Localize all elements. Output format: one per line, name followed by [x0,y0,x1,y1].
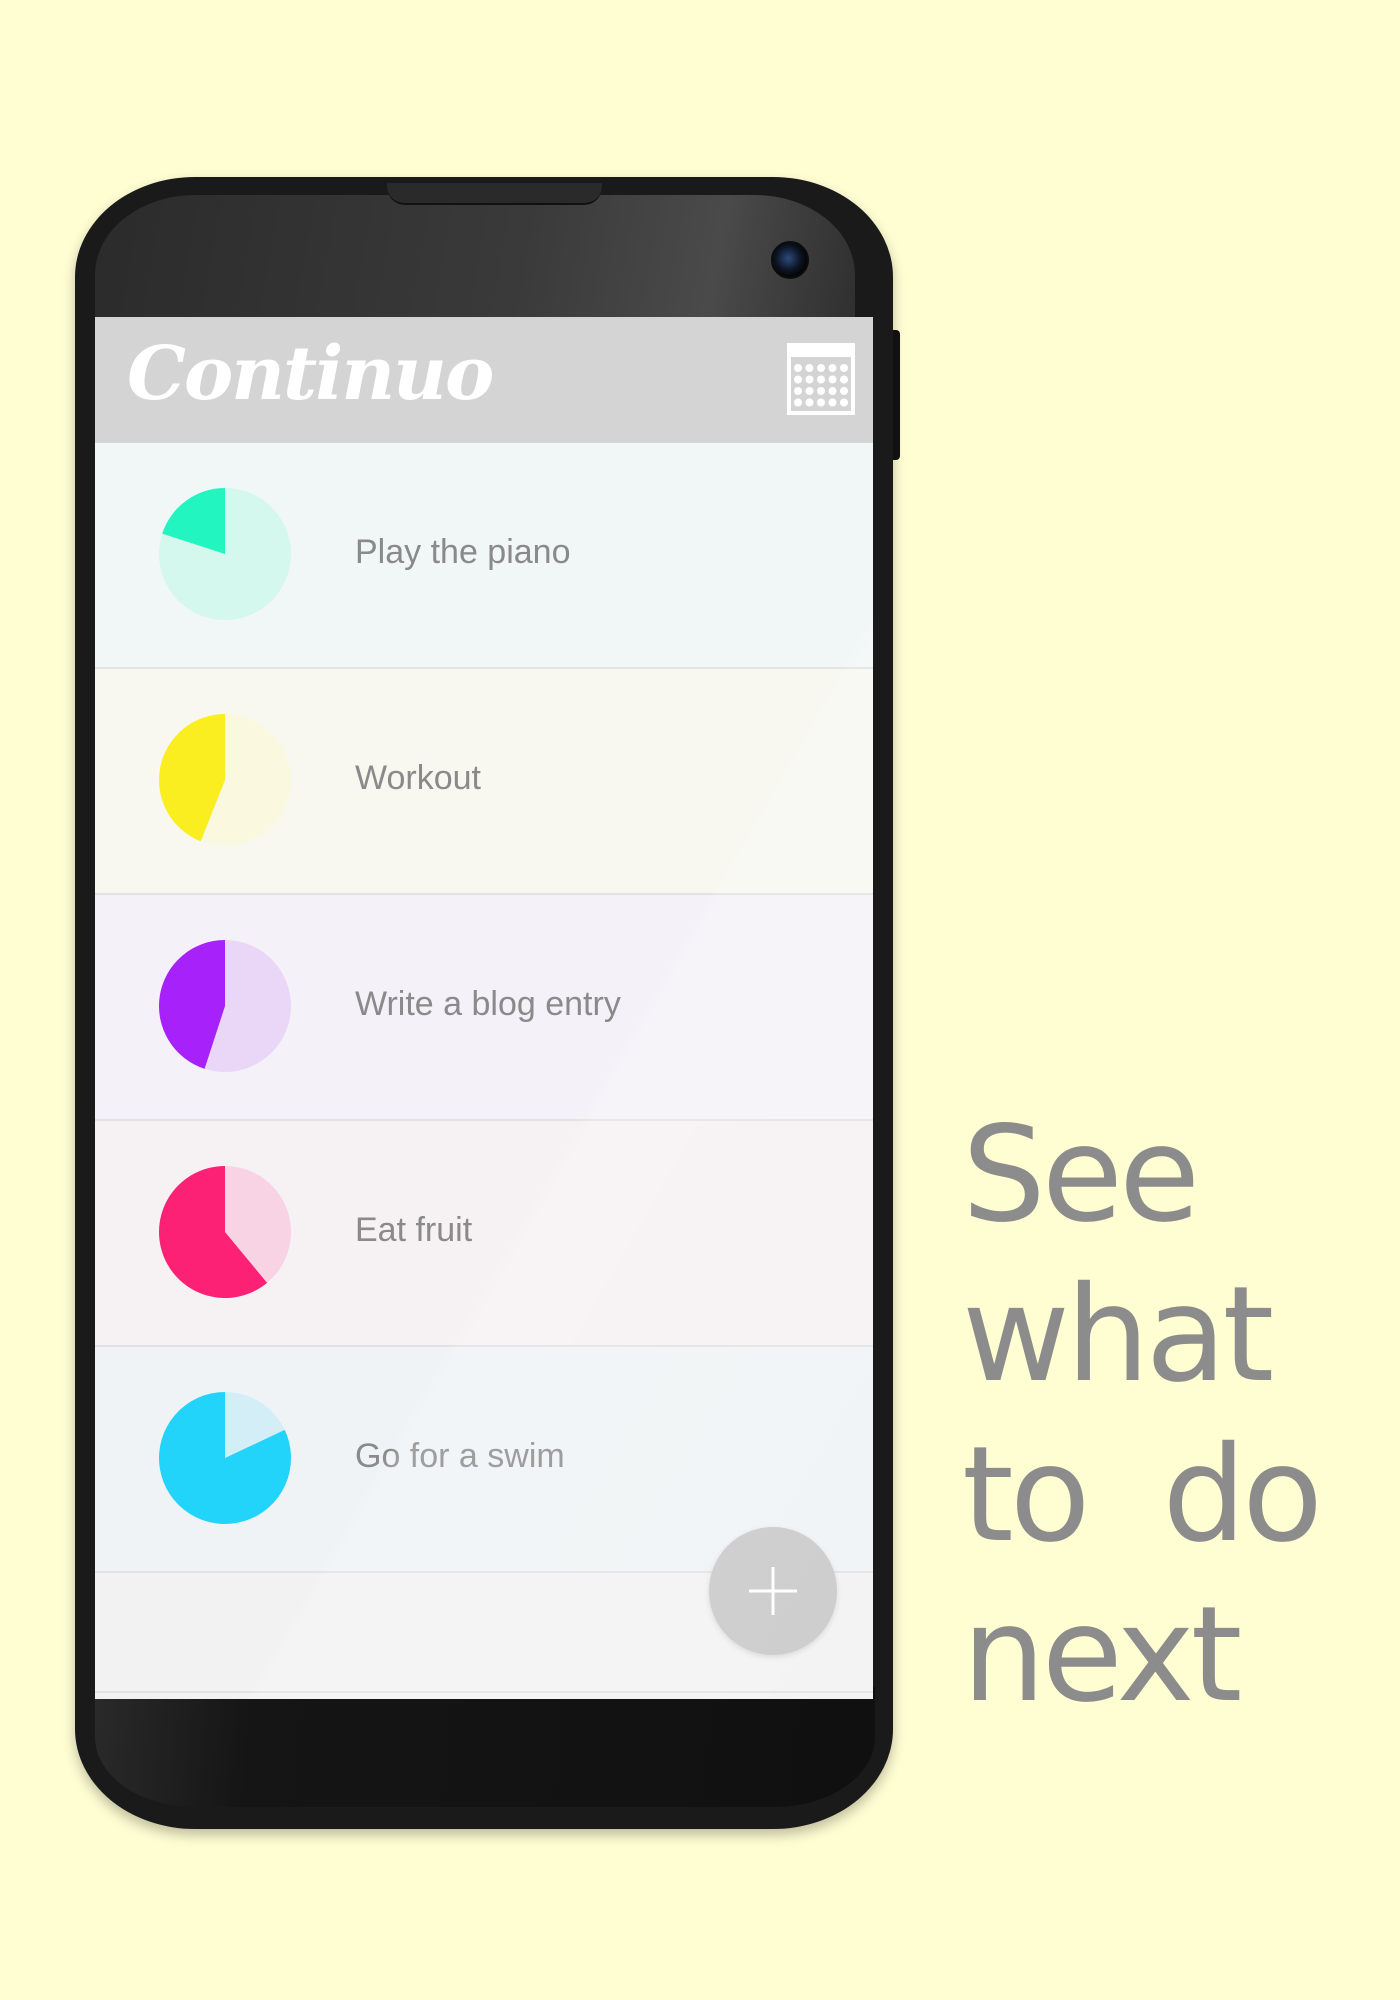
calendar-dot [794,398,802,407]
task-label: Go for a swim [355,1437,565,1475]
calendar-dot [805,364,814,372]
calendar-dot [817,375,825,384]
calendar-button[interactable] [787,343,855,415]
task-list: Play the piano Workout Write a blog entry E… [95,443,873,1693]
calendar-dot [794,387,802,395]
calendar-dot [794,364,802,372]
tagline-line-3: to do [962,1418,1323,1572]
task-label: Eat fruit [355,1211,473,1249]
progress-pie-icon [159,714,291,846]
calendar-dot [805,387,814,395]
calendar-dot [805,375,814,384]
page: Continuo Play the piano Workout Write a bl… [0,0,1400,2000]
tagline-line-1: See [962,1098,1200,1252]
calendar-dot [828,387,837,395]
add-task-button[interactable] [709,1527,837,1655]
app-title: Continuo [127,331,494,417]
power-button[interactable] [893,330,900,460]
task-label: Write a blog entry [355,985,621,1023]
calendar-dot [805,398,814,407]
tagline: See what to do next [962,1095,1382,1735]
task-row[interactable]: Play the piano [95,443,873,669]
calendar-dot [840,375,848,384]
calendar-icon [787,343,855,415]
plus-icon [749,1567,797,1615]
calendar-dot [817,387,825,395]
task-row[interactable]: Write a blog entry [95,895,873,1121]
task-label: Workout [355,759,481,797]
calendar-dot [828,364,837,372]
task-row[interactable]: Workout [95,669,873,895]
calendar-dot [840,364,848,372]
app-bar: Continuo [95,317,873,443]
front-camera [771,241,809,279]
progress-pie-icon [159,1166,291,1298]
task-row[interactable]: Eat fruit [95,1121,873,1347]
calendar-dot [817,398,825,407]
calendar-dot [828,375,837,384]
progress-pie-icon [159,1392,291,1524]
tagline-line-4: next [962,1578,1242,1732]
speaker-grille [387,183,602,205]
calendar-dot [828,398,837,407]
tagline-line-2: what [962,1258,1274,1412]
progress-pie-icon [159,940,291,1072]
calendar-dot [840,387,848,395]
calendar-dot [840,398,848,407]
task-label: Play the piano [355,533,571,571]
progress-pie-icon [159,488,291,620]
app-screen: Continuo Play the piano Workout Write a bl… [95,317,873,1699]
phone-bottom-bezel [95,1687,875,1807]
calendar-dot [817,364,825,372]
calendar-dot [794,375,802,384]
